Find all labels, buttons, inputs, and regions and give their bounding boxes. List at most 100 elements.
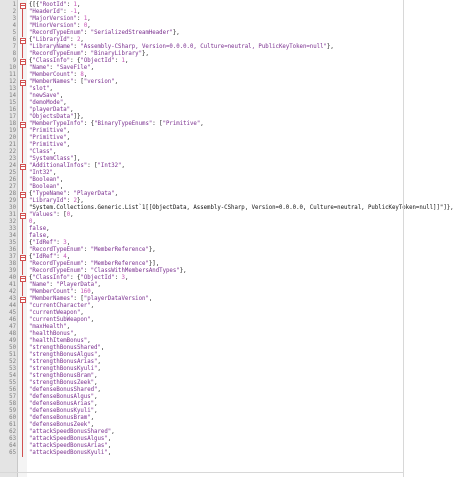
fold-toggle-icon[interactable] <box>19 2 26 9</box>
fold-toggle-icon[interactable] <box>19 79 26 86</box>
code-text[interactable]: "healthBonus", <box>29 331 77 338</box>
code-editor[interactable]: 1 {[{"RootId": 1, 2 "HeaderId": -1, 3 "MajorV… <box>0 0 474 477</box>
string-token: "SystemClass" <box>29 156 74 162</box>
fold-guide-line <box>19 401 26 408</box>
code-text[interactable]: {[{"RootId": 1, <box>29 2 80 9</box>
code-text[interactable]: "defenseBonusShared", <box>29 387 101 394</box>
code-text[interactable]: false, <box>29 226 50 233</box>
code-text[interactable]: false, <box>29 233 50 240</box>
code-text[interactable]: "RecordTypeEnum": "SerializedStreamHeade… <box>29 30 180 37</box>
code-text[interactable]: {"IdRef": 3, <box>29 240 70 247</box>
code-text[interactable]: "healthItemBonus", <box>29 338 91 345</box>
string-token: "strengthBonusZeek" <box>29 380 95 386</box>
code-text[interactable]: "MemberCount": 160, <box>29 289 94 296</box>
code-text[interactable]: "RecordTypeEnum": "MemberReference"}, <box>29 247 156 254</box>
fold-toggle-icon[interactable] <box>19 58 26 65</box>
code-text[interactable]: "HeaderId": -1, <box>29 9 80 16</box>
fold-guide-line <box>19 93 26 100</box>
punctuation-token: , <box>70 107 74 113</box>
punctuation-token: ], <box>73 156 81 162</box>
string-token: "AdditionalInfos" <box>29 163 88 169</box>
line-number: 59 <box>9 408 16 414</box>
code-text[interactable]: "MinorVersion": 0, <box>29 23 91 30</box>
code-text[interactable]: "strengthBonusKyuli", <box>29 366 101 373</box>
code-text[interactable]: "Boolean", <box>29 177 63 184</box>
line-number: 8 <box>12 51 16 57</box>
code-text[interactable]: {"ClassInfo": {"ObjectId": 3, <box>29 275 128 282</box>
code-text[interactable]: "Name": "SaveFile", <box>29 65 94 72</box>
code-text[interactable]: {"TypeName": "PlayerData", <box>29 191 118 198</box>
code-text[interactable]: "currentSubWeapon", <box>29 317 94 324</box>
code-text[interactable]: "attackSpeedBonusShared", <box>29 429 115 436</box>
code-text[interactable]: "defenseBonusArias", <box>29 401 98 408</box>
line-number: 62 <box>9 429 16 435</box>
code-text[interactable]: "playerData", <box>29 107 74 114</box>
code-text[interactable]: "currentCharacter", <box>29 303 94 310</box>
code-text[interactable]: {"IdRef": 4, <box>29 254 70 261</box>
code-text[interactable]: "Boolean", <box>29 184 63 191</box>
code-text[interactable]: 0, <box>29 219 36 226</box>
code-text[interactable]: {"LibraryId": 2, <box>29 37 84 44</box>
fold-guide-line <box>19 9 26 16</box>
code-text[interactable]: "demoMode", <box>29 100 67 107</box>
code-text[interactable]: "MemberNames": ["playerDataVersion", <box>29 296 152 303</box>
code-text[interactable]: "currentWeapon", <box>29 310 84 317</box>
code-text[interactable]: "strengthBonusArias", <box>29 359 101 366</box>
code-text[interactable]: "LibraryName": "Assembly-CSharp, Version… <box>29 44 334 51</box>
line-number: 2 <box>12 9 16 15</box>
code-text[interactable]: "attackSpeedBonusAlgus", <box>29 436 111 443</box>
string-token: "LibraryId" <box>29 198 67 204</box>
code-text[interactable]: "maxHealth", <box>29 324 70 331</box>
code-text[interactable]: "defenseBonusZeek", <box>29 422 94 429</box>
code-text[interactable]: "LibraryId": 2}, <box>29 198 84 205</box>
code-text[interactable]: "Int32", <box>29 170 56 177</box>
code-text[interactable]: "AdditionalInfos": ["Int32", <box>29 163 125 170</box>
code-text[interactable]: "strengthBonusAlgus", <box>29 352 101 359</box>
code-text[interactable]: "defenseBonusAlgus", <box>29 394 98 401</box>
fold-toggle-icon[interactable] <box>19 121 26 128</box>
code-text[interactable]: "strengthBonusBram", <box>29 373 98 380</box>
fold-toggle-icon[interactable] <box>19 191 26 198</box>
code-text[interactable]: "slot", <box>29 86 53 93</box>
code-text[interactable]: "newSave", <box>29 93 63 100</box>
code-text[interactable]: "attackSpeedBonusArias", <box>29 443 111 450</box>
code-text[interactable]: "RecordTypeEnum": "MemberReference"}], <box>29 261 159 268</box>
code-text[interactable]: "Primitive", <box>29 135 70 142</box>
code-text[interactable]: "strengthBonusShared", <box>29 345 104 352</box>
string-token: "Primitive" <box>162 121 201 127</box>
fold-toggle-icon[interactable] <box>19 296 26 303</box>
code-text[interactable]: "defenseBonusKyuli", <box>29 408 98 415</box>
fold-toggle-icon[interactable] <box>19 37 26 44</box>
fold-guide-line <box>19 282 26 289</box>
punctuation-token: , <box>90 415 95 421</box>
code-text[interactable]: "RecordTypeEnum": "BinaryLibrary"}, <box>29 51 149 58</box>
code-text[interactable]: {"ClassInfo": {"ObjectId": 1, <box>29 58 128 65</box>
punctuation-token: : <box>83 51 91 57</box>
punctuation-token: , <box>100 345 105 351</box>
punctuation-token: }, <box>179 268 187 274</box>
code-text[interactable]: "attackSpeedBonusKyuli", <box>29 450 111 457</box>
code-text[interactable]: "SystemClass"], <box>29 156 80 163</box>
code-text[interactable]: "Primitive", <box>29 128 70 135</box>
string-token: "PlayerData" <box>56 282 98 288</box>
code-text[interactable]: "Primitive", <box>29 142 70 149</box>
string-token: "TypeName" <box>32 191 67 197</box>
code-text[interactable]: "Class", <box>29 149 56 156</box>
code-text[interactable]: "Name": "PlayerData", <box>29 282 101 289</box>
fold-toggle-icon[interactable] <box>19 212 26 219</box>
code-text[interactable]: "MemberCount": 8, <box>29 72 87 79</box>
code-text[interactable]: "RecordTypeEnum": "ClassWithMembersAndTy… <box>29 268 187 275</box>
code-text[interactable]: "Values": [0, <box>29 212 74 219</box>
code-text[interactable]: "strengthBonusZeek", <box>29 380 98 387</box>
code-text[interactable]: "defenseBonusBram", <box>29 415 94 422</box>
code-text[interactable]: "MajorVersion": 1, <box>29 16 91 23</box>
string-token: "MemberReference" <box>90 261 149 267</box>
fold-toggle-icon[interactable] <box>19 163 26 170</box>
code-text[interactable]: "System.Collections.Generic.List`1[[Obje… <box>29 205 454 212</box>
string-token: "slot" <box>29 86 50 92</box>
fold-toggle-icon[interactable] <box>19 275 26 282</box>
fold-toggle-icon[interactable] <box>19 254 26 261</box>
code-text[interactable]: "MemberNames": ["version", <box>29 79 118 86</box>
code-text[interactable]: "MemberTypeInfo": {"BinaryTypeEnums": ["… <box>29 121 204 128</box>
code-text[interactable]: "ObjectsData"]}, <box>29 114 84 121</box>
